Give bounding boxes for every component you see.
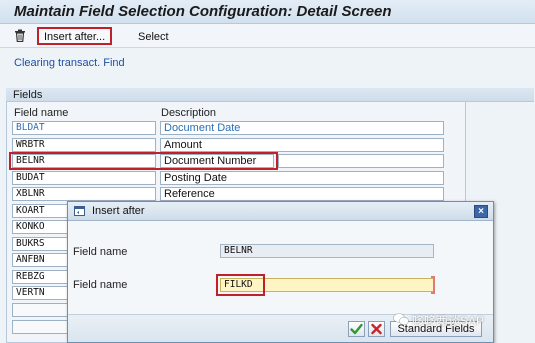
field-name-cell[interactable]: WRBTR — [12, 138, 156, 152]
column-header-field-name: Field name — [14, 107, 69, 119]
field-name-cell[interactable]: BUKRS — [12, 237, 68, 251]
watermark: 哆哆西谈SAP — [412, 314, 485, 328]
description-cell: Amount — [160, 138, 444, 152]
application-toolbar: Insert after... Select — [0, 24, 535, 48]
description-cell: Document Date — [160, 121, 444, 135]
new-field-label: Field name — [73, 279, 128, 291]
field-name-cell[interactable]: REBZG — [12, 270, 68, 284]
title-bar: Maintain Field Selection Configuration: … — [0, 0, 535, 24]
wechat-icon — [393, 313, 409, 326]
field-name-cell[interactable]: BUDAT — [12, 171, 156, 185]
insert-after-button[interactable]: Insert after... — [37, 27, 113, 45]
clearing-transaction-link[interactable]: Clearing transact. Find — [14, 57, 125, 69]
field-name-cell[interactable]: KONKO — [12, 220, 68, 234]
reference-field-value: BELNR — [220, 244, 434, 258]
column-header-description: Description — [161, 107, 217, 119]
fields-group-title: Fields — [13, 89, 43, 101]
field-name-cell[interactable]: VERTN — [12, 286, 68, 300]
confirm-button[interactable] — [348, 321, 365, 337]
selected-row-highlight — [9, 152, 278, 170]
field-name-cell[interactable] — [12, 320, 68, 334]
cancel-button[interactable] — [368, 321, 385, 337]
field-name-cell[interactable]: ANFBN — [12, 253, 68, 267]
close-icon[interactable]: × — [474, 205, 488, 218]
description-cell-filler — [278, 154, 444, 168]
field-name-cell[interactable]: BLDAT — [12, 121, 156, 135]
dialog-title: Insert after — [92, 205, 145, 217]
description-cell: Reference — [160, 187, 444, 201]
description-cell: Posting Date — [160, 171, 444, 185]
fields-group-header: Fields — [6, 88, 534, 102]
new-field-highlight — [216, 274, 265, 296]
page-title: Maintain Field Selection Configuration: … — [14, 3, 392, 20]
cancel-icon — [371, 323, 382, 335]
field-name-cell[interactable] — [12, 303, 68, 317]
reference-field-label: Field name — [73, 246, 128, 258]
field-name-cell[interactable]: KOART — [12, 204, 68, 218]
dialog-title-bar: Insert after × — [68, 202, 493, 221]
required-indicator — [431, 276, 435, 294]
select-button[interactable]: Select — [131, 27, 176, 45]
field-name-cell[interactable]: XBLNR — [12, 187, 156, 201]
dialog-icon — [74, 206, 85, 216]
check-icon — [350, 323, 363, 335]
trash-icon[interactable] — [14, 29, 26, 42]
